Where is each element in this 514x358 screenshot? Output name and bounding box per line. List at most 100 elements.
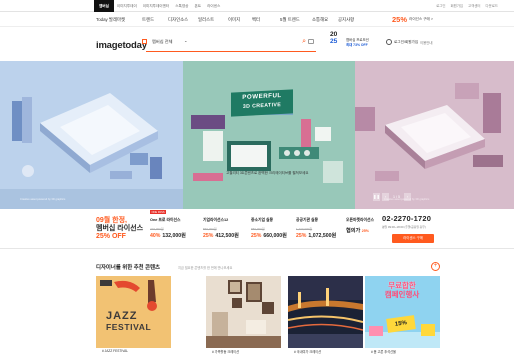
- menu-item-image[interactable]: 이미지: [228, 12, 252, 27]
- price-card-public[interactable]: 공공기관 실몽 1,430,000원 25% 1,072,500원: [296, 218, 336, 239]
- util-login-link[interactable]: 로그인: [436, 0, 445, 12]
- price-percent: 25%: [296, 233, 307, 239]
- phone-hours: 평일 09:00~18:00 (주말/공휴일 휴무): [382, 225, 426, 229]
- hero-left-art: [0, 93, 183, 209]
- hero-center-art: [191, 109, 343, 183]
- promo-headline[interactable]: 09월 한정, 멤버십 라이선스 25% OFF: [96, 217, 143, 241]
- hero-slide-left[interactable]: [0, 61, 183, 209]
- menu-item-trend[interactable]: 트렌드: [142, 12, 168, 27]
- year-caption[interactable]: 멤버십 프로모션 최대 73% OFF: [346, 38, 369, 47]
- header: imagetoday 멤버십 전체 ⌄ ⌕ 20 25 멤버십 프로모션 최대 …: [0, 27, 514, 61]
- jazz-title-line-1: JAZZ: [106, 310, 138, 322]
- year-line-2: 25: [330, 37, 338, 45]
- price-old: 1,430,000원: [296, 227, 313, 231]
- price-percent: 25%: [203, 233, 214, 239]
- contact-box: 02-2270-1720 평일 09:00~18:00 (주말/공휴일 휴무): [382, 214, 442, 229]
- prev-icon[interactable]: ‹: [382, 193, 389, 201]
- price-title: 공공기관 실몽: [296, 218, 319, 222]
- price-now: 1,072,500원: [308, 233, 337, 239]
- more-plus-icon[interactable]: +: [431, 262, 440, 271]
- tab-membership[interactable]: 멤버십: [94, 0, 114, 12]
- menu-item-illust[interactable]: 일러스트: [198, 12, 228, 27]
- recommend-title: 디자이너를 위한 추천 콘텐츠: [96, 265, 161, 271]
- price-percent: 25%: [251, 233, 262, 239]
- tab-imagetoday[interactable]: 이미지투데이: [114, 0, 140, 12]
- top-bar: 멤버십 이미지투데이 이미지투데이엔터 스톡영상 폰트 라이센스 로그인 회원가…: [0, 0, 514, 12]
- menu-item-today[interactable]: Today 발레마켓: [96, 12, 142, 27]
- promo-headline-2: 멤버십 라이선스: [96, 225, 144, 232]
- hero-banner[interactable]: POWERFUL 3D CREATIVE: [0, 61, 514, 209]
- price-old: 880,000원: [251, 227, 265, 231]
- tab-font[interactable]: 폰트: [191, 0, 204, 12]
- menu-item-notice[interactable]: 공지사항: [338, 12, 366, 27]
- pause-icon[interactable]: ❚❚: [373, 193, 380, 201]
- promo-percent: 25%: [392, 15, 408, 24]
- price-card-open-market[interactable]: 오픈마켓라이선스 협의가 25%: [346, 218, 374, 234]
- search-bar[interactable]: 멤버십 전체 ⌄ ⌕: [146, 36, 316, 52]
- chevron-down-icon[interactable]: ⌄: [184, 38, 188, 43]
- util-support-link[interactable]: 고객센터: [468, 0, 480, 12]
- buy-license-button[interactable]: 라이센스 구매: [392, 234, 434, 243]
- card-caption: # JAZZ FESTIVAL: [102, 349, 128, 353]
- price-sub: 25%: [361, 229, 369, 233]
- price-card-one-pro[interactable]: One 프로 라이선스 220,000원 40% 132,000원: [150, 218, 186, 239]
- price-now: 132,000원: [162, 233, 186, 239]
- card-thumbnail[interactable]: [288, 276, 363, 348]
- price-card-sme[interactable]: 중소기업 실몽 880,000원 25% 660,000원: [251, 218, 287, 239]
- util-download-link[interactable]: 다운로드: [486, 0, 498, 12]
- menu-item-community[interactable]: 소통해요: [312, 12, 338, 27]
- promo-text: 라이선스 구매 >: [409, 17, 433, 21]
- pager-count: 1 / 5: [393, 195, 400, 199]
- search-category-select[interactable]: 멤버십 전체: [152, 39, 172, 45]
- jazz-title-line-2: FESTIVAL: [106, 322, 152, 332]
- one-pass-tag: ONE PASS: [150, 210, 167, 214]
- page: 멤버십 이미지투데이 이미지투데이엔터 스톡영상 폰트 라이센스 로그인 회원가…: [0, 0, 514, 358]
- menu-item-may-trend[interactable]: 5월 트렌드: [280, 12, 312, 27]
- next-icon[interactable]: ›: [404, 193, 411, 201]
- price-card-enterprise[interactable]: 기업라이선스12 550,000원 25% 412,500원: [203, 218, 239, 239]
- menu-promo[interactable]: 25% 라이선스 구매 >: [392, 12, 433, 27]
- recommend-card-gift[interactable]: 무료합한 캠페인행사 15% # 봄 고른 추석선물: [365, 276, 440, 358]
- menu-item-design-source[interactable]: 디자인소스: [168, 12, 198, 27]
- util-join-link[interactable]: 회원가입: [451, 0, 463, 12]
- recommend-card-jazz[interactable]: JAZZ FESTIVAL # JAZZ FESTIVAL: [96, 276, 171, 358]
- price-old: 550,000원: [203, 227, 217, 231]
- card-thumbnail[interactable]: [206, 276, 281, 348]
- guide-link[interactable]: 이용안내: [420, 40, 432, 45]
- price-now: 412,500원: [215, 233, 239, 239]
- promo-headline-1: 09월 한정,: [96, 217, 127, 224]
- price-title: 오픈마켓라이선스: [346, 218, 374, 222]
- promo-year[interactable]: 20 25: [330, 31, 344, 45]
- hero-badge: POWERFUL 3D CREATIVE: [231, 89, 293, 117]
- search-icon[interactable]: ⌕: [302, 38, 306, 46]
- hero-slide-right[interactable]: [355, 61, 514, 209]
- price-percent: 40%: [150, 233, 161, 239]
- price-old: 220,000원: [150, 227, 164, 231]
- site-logo[interactable]: imagetoday: [96, 40, 147, 51]
- price-now: 660,000원: [263, 233, 287, 239]
- tab-license[interactable]: 라이센스: [204, 0, 223, 12]
- recommend-card-travel[interactable]: # 국내여가 크레이션: [288, 276, 363, 358]
- hero-right-art: [355, 83, 503, 181]
- price-title: 기업라이선스12: [203, 218, 229, 222]
- user-icon[interactable]: [386, 39, 392, 45]
- menu-item-vector[interactable]: 벡터: [252, 12, 280, 27]
- night-bridge-art: [288, 276, 363, 348]
- phone-number[interactable]: 02-2270-1720: [382, 214, 442, 223]
- hero-note-left: Creative asset powered by 3D graphics: [20, 198, 66, 201]
- top-util-links: 로그인 회원가입 고객센터 다운로드: [436, 0, 498, 12]
- login-link[interactable]: 로그인/회원가입: [394, 40, 418, 45]
- tab-imagetoday-enter[interactable]: 이미지투데이엔터: [140, 0, 172, 12]
- price-title: 중소기업 실몽: [251, 218, 274, 222]
- camera-icon[interactable]: [308, 39, 314, 44]
- tab-stock-video[interactable]: 스톡영상: [172, 0, 191, 12]
- price-title: One 프로 라이선스: [150, 218, 181, 222]
- jazz-title: JAZZ FESTIVAL: [106, 310, 168, 332]
- year-caption-2: 최대 73% OFF: [346, 42, 368, 47]
- recommend-card-family[interactable]: # 가족활동 크레이션: [206, 276, 281, 358]
- hero-slide-center[interactable]: [183, 61, 355, 209]
- card-thumbnail[interactable]: 무료합한 캠페인행사 15%: [365, 276, 440, 348]
- photo-frames-art: [206, 276, 281, 348]
- card-thumbnail[interactable]: JAZZ FESTIVAL: [96, 276, 171, 348]
- gift-title-line-2: 캠페인행사: [384, 290, 420, 299]
